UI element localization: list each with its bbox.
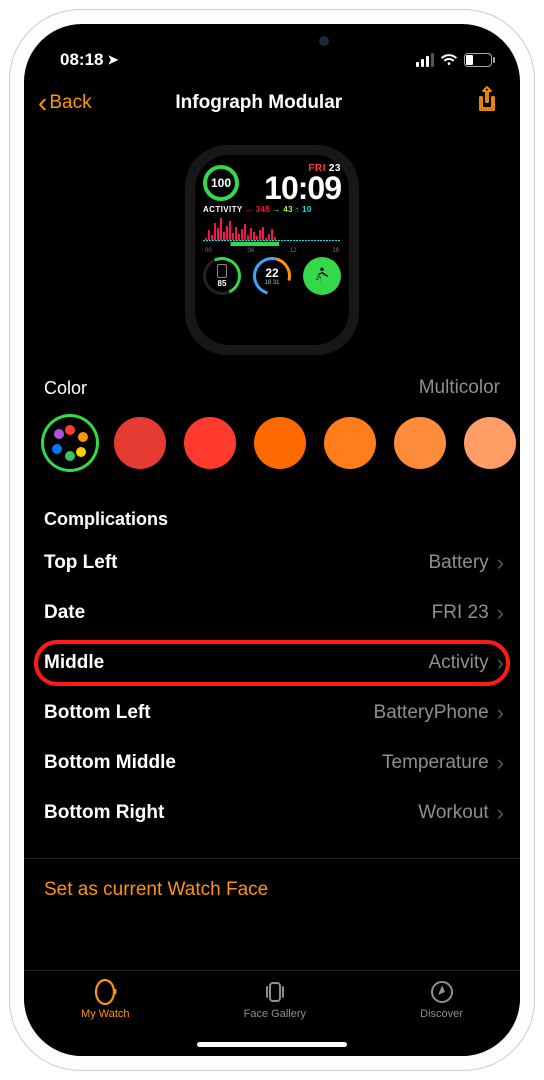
tab-label: Face Gallery <box>244 1008 306 1020</box>
complication-bottom-right[interactable]: Bottom Right Workout› <box>24 788 520 838</box>
activity-ring-icon: 100 <box>203 165 239 201</box>
screen: 08:18 ➤ ‹ Back Infograph Modular <box>24 24 520 1056</box>
discover-icon <box>428 979 456 1005</box>
temperature-complication-icon: 22 18 31 <box>253 257 291 295</box>
chevron-right-icon: › <box>497 606 504 620</box>
swatch-color-1[interactable] <box>114 417 166 469</box>
tab-my-watch[interactable]: My Watch <box>81 979 130 1020</box>
swatch-color-3[interactable] <box>254 417 306 469</box>
share-icon <box>476 86 498 114</box>
swatch-color-2[interactable] <box>184 417 236 469</box>
swatch-multicolor[interactable] <box>44 417 96 469</box>
status-time-group: 08:18 ➤ <box>60 50 118 70</box>
complication-date[interactable]: Date FRI 23› <box>24 588 520 638</box>
chevron-right-icon: › <box>497 806 504 820</box>
tab-discover[interactable]: Discover <box>420 979 463 1020</box>
location-icon: ➤ <box>107 52 118 68</box>
chevron-right-icon: › <box>497 756 504 770</box>
chevron-right-icon: › <box>497 556 504 570</box>
multicolor-icon <box>52 425 88 461</box>
color-row[interactable]: Color Multicolor <box>24 377 520 413</box>
content: 100 FRI23 10:09 ACTIVITY <box>24 131 520 970</box>
time-block: FRI23 10:09 <box>264 163 341 202</box>
watchface-top-row: 100 FRI23 10:09 <box>203 163 341 202</box>
watchface-middle: ACTIVITY → 345 → 43 ↑ 10 <box>203 205 341 254</box>
complication-bottom-left[interactable]: Bottom Left BatteryPhone› <box>24 688 520 738</box>
color-section: Color Multicolor <box>24 377 520 495</box>
color-swatches[interactable] <box>24 413 520 495</box>
set-as-current-button[interactable]: Set as current Watch Face <box>24 858 520 919</box>
cellular-signal-icon <box>416 53 434 67</box>
chevron-right-icon: › <box>497 656 504 670</box>
face-gallery-icon <box>261 979 289 1005</box>
watch-body: 100 FRI23 10:09 ACTIVITY <box>185 145 359 355</box>
tab-face-gallery[interactable]: Face Gallery <box>244 979 306 1020</box>
watch-preview: 100 FRI23 10:09 ACTIVITY <box>24 131 520 377</box>
activity-summary: ACTIVITY → 345 → 43 ↑ 10 <box>203 205 341 214</box>
share-button[interactable] <box>476 86 498 119</box>
complication-top-left[interactable]: Top Left Battery› <box>24 538 520 588</box>
battery-complication-icon: 85 <box>203 257 241 295</box>
home-indicator[interactable] <box>197 1042 347 1047</box>
swatch-color-4[interactable] <box>324 417 376 469</box>
battery-icon <box>464 53 492 67</box>
status-time: 08:18 <box>60 50 103 70</box>
status-indicators <box>416 53 492 67</box>
swatch-color-6[interactable] <box>464 417 516 469</box>
complications-header: Complications <box>24 495 520 538</box>
page-title: Infograph Modular <box>42 92 476 114</box>
chevron-right-icon: › <box>497 706 504 720</box>
watch-icon <box>91 979 119 1005</box>
complications-section: Complications Top Left Battery› Date FRI… <box>24 495 520 838</box>
ring-percent: 100 <box>211 176 231 190</box>
wifi-icon <box>440 53 458 67</box>
preview-time: 10:09 <box>264 174 341 202</box>
tab-label: My Watch <box>81 1008 130 1020</box>
complication-middle[interactable]: Middle Activity› <box>24 638 520 688</box>
color-header: Color <box>44 378 87 399</box>
tab-label: Discover <box>420 1008 463 1020</box>
complication-bottom-middle[interactable]: Bottom Middle Temperature› <box>24 738 520 788</box>
nav-header: ‹ Back Infograph Modular <box>24 72 520 131</box>
device-frame: 08:18 ➤ ‹ Back Infograph Modular <box>10 10 534 1070</box>
workout-complication-icon <box>303 257 341 295</box>
activity-chart <box>203 216 341 248</box>
color-value: Multicolor <box>419 377 500 399</box>
notch <box>167 24 377 56</box>
watch-face: 100 FRI23 10:09 ACTIVITY <box>195 155 349 345</box>
watchface-bottom-row: 85 22 18 31 <box>203 257 341 295</box>
chart-ticks: 00 06 12 18 <box>203 248 341 254</box>
swatch-color-5[interactable] <box>394 417 446 469</box>
